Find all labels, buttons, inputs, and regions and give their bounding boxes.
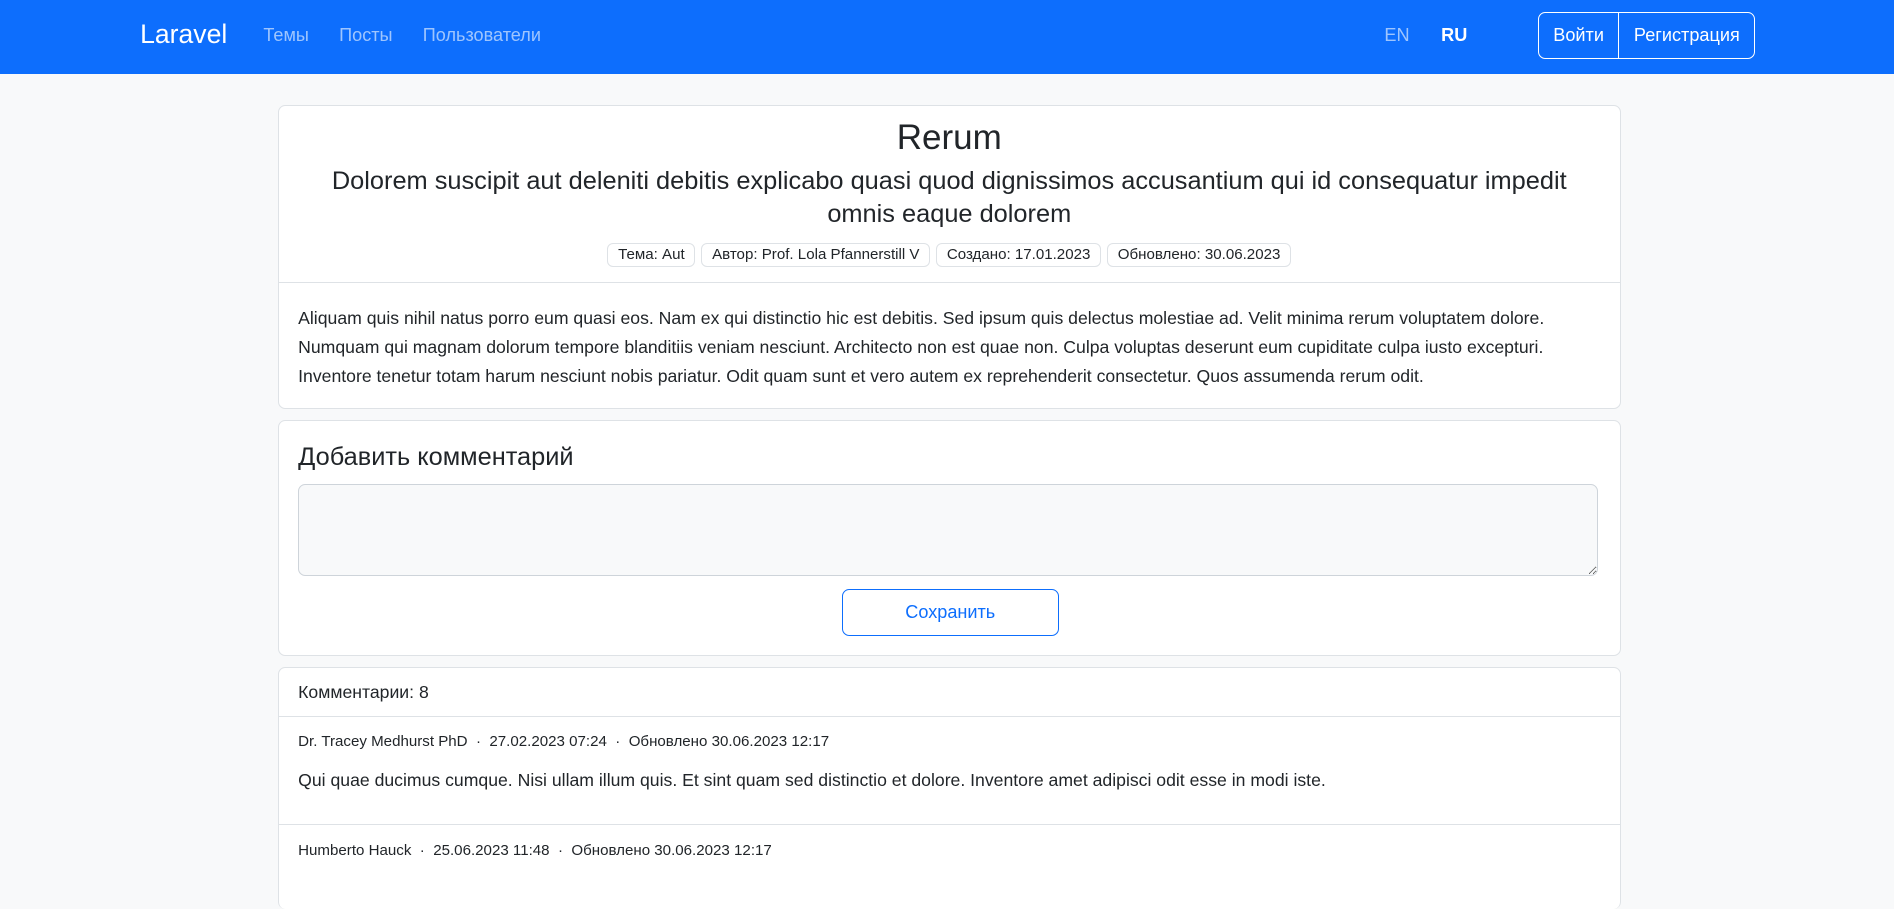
lang-ru[interactable]: RU — [1441, 25, 1467, 45]
created-badge: Создано: 17.01.2023 — [936, 242, 1102, 267]
divider — [278, 823, 1620, 825]
comment-meta: Dr. Tracey Medhurst PhD · 27.02.2023 07:… — [298, 733, 830, 751]
nav-topics[interactable]: Темы — [263, 25, 309, 46]
post-subtitle: Dolorem suscipit aut deleniti debitis ex… — [331, 167, 1567, 229]
post-card: Rerum Dolorem suscipit aut deleniti debi… — [277, 105, 1621, 410]
auth-buttons: Войти Регистрация — [1537, 12, 1756, 59]
lang-en[interactable]: EN — [1384, 25, 1409, 45]
post-title: Rerum — [896, 118, 1002, 158]
post-body: Aliquam quis nihil natus porro eum quasi… — [298, 308, 1545, 387]
post-badges: Тема: Aut Автор: Prof. Lola Pfannerstill… — [279, 242, 1620, 267]
add-comment-card: Добавить комментарий Сохранить — [277, 420, 1621, 656]
nav-links: Темы Посты Пользователи — [263, 25, 571, 46]
divider — [278, 282, 1620, 284]
language-switch: EN RU — [1384, 25, 1494, 46]
save-button[interactable]: Сохранить — [841, 589, 1059, 636]
comment-input[interactable] — [298, 484, 1598, 576]
divider — [278, 716, 1620, 717]
add-comment-heading: Добавить комментарий — [298, 443, 574, 472]
comments-card: Комментарии: 8 Dr. Tracey Medhurst PhD ·… — [277, 666, 1621, 909]
comment-text: Qui quae ducimus cumque. Nisi ullam illu… — [298, 770, 1326, 791]
navbar: Laravel Темы Посты Пользователи EN RU Во… — [0, 0, 1894, 74]
comment-meta: Humberto Hauck · 25.06.2023 11:48 · Обно… — [298, 841, 772, 859]
updated-badge: Обновлено: 30.06.2023 — [1107, 242, 1292, 267]
brand-link[interactable]: Laravel — [140, 19, 227, 50]
topic-badge[interactable]: Тема: Aut — [607, 242, 696, 267]
login-button[interactable]: Войти — [1539, 13, 1619, 58]
nav-users[interactable]: Пользователи — [423, 25, 541, 46]
comments-count: Комментарии: 8 — [298, 682, 429, 703]
register-button[interactable]: Регистрация — [1618, 13, 1754, 58]
author-badge[interactable]: Автор: Prof. Lola Pfannerstill V — [701, 242, 931, 267]
nav-posts[interactable]: Посты — [339, 25, 392, 46]
